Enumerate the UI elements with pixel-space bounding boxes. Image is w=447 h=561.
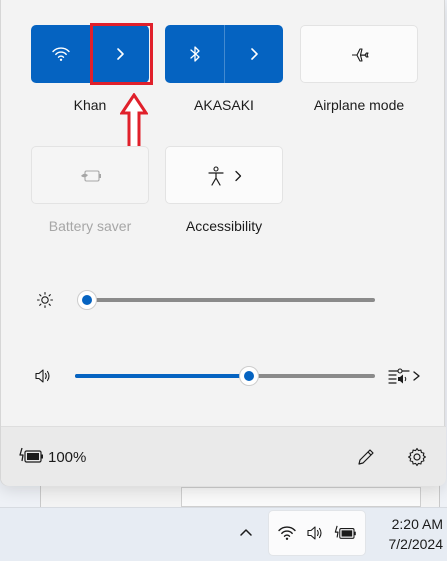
bluetooth-tile — [165, 25, 283, 83]
battery-saver-icon — [32, 147, 150, 205]
volume-slider-fill — [75, 374, 249, 378]
battery-percentage: 100% — [48, 449, 87, 466]
chevron-up-icon[interactable] — [234, 520, 258, 544]
bluetooth-toggle-button[interactable] — [165, 25, 224, 83]
wifi-toggle-button[interactable] — [31, 25, 90, 83]
wifi-icon — [51, 47, 70, 61]
background-field — [181, 487, 421, 507]
annotation-highlight-box — [90, 23, 153, 85]
bluetooth-tile-label: AKASAKI — [194, 97, 254, 113]
brightness-slider-track[interactable] — [87, 298, 375, 302]
wifi-icon — [277, 524, 297, 542]
volume-slider-thumb[interactable] — [239, 366, 259, 386]
battery-saver-tile[interactable] — [31, 146, 149, 204]
gear-icon[interactable] — [405, 445, 429, 469]
speaker-icon[interactable] — [33, 366, 53, 386]
system-tray-quick-settings-button[interactable] — [268, 510, 366, 556]
clock-date: 7/2/2024 — [388, 536, 444, 552]
battery-saver-label: Battery saver — [48, 218, 132, 234]
airplane-mode-tile[interactable] — [300, 25, 418, 83]
taskbar-clock[interactable]: 2:20 AM 7/2/2024 — [373, 514, 444, 554]
brightness-slider-thumb[interactable] — [77, 290, 97, 310]
accessibility-label: Accessibility — [185, 218, 263, 234]
sun-icon — [35, 290, 55, 310]
accessibility-tile[interactable] — [165, 146, 283, 204]
taskbar: 2:20 AM 7/2/2024 — [0, 507, 447, 561]
accessibility-icon — [204, 147, 228, 205]
battery-charging-icon — [333, 523, 359, 543]
chevron-right-icon — [230, 147, 246, 205]
speaker-icon — [305, 524, 325, 542]
clock-time: 2:20 AM — [391, 516, 443, 532]
quick-settings-panel: Khan AKASAKI Airplane mode Battery saver… — [0, 0, 446, 486]
quick-settings-footer: 100% — [1, 426, 446, 486]
bluetooth-expand-button[interactable] — [224, 25, 283, 83]
battery-charging-icon — [19, 446, 45, 466]
pencil-icon[interactable] — [354, 445, 378, 469]
bluetooth-icon — [189, 46, 200, 62]
chevron-right-icon — [251, 48, 258, 60]
audio-output-icon[interactable] — [387, 364, 423, 388]
airplane-mode-label: Airplane mode — [313, 97, 405, 113]
airplane-icon — [301, 26, 419, 84]
